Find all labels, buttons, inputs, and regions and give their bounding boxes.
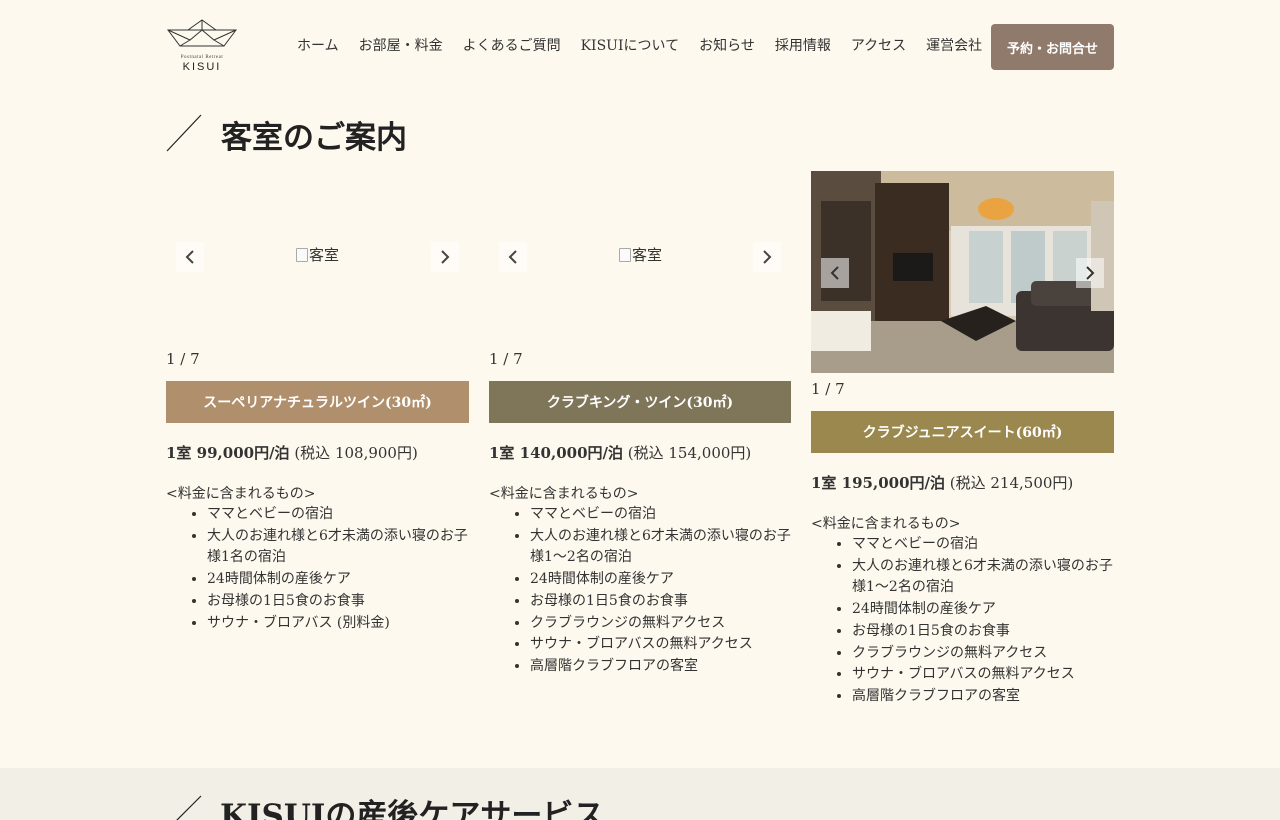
slide-counter: 1 / 7 [489,350,523,368]
paper-boat-icon [167,19,237,47]
room-card: 客室 1 / 7 クラブキング・ツイン(30㎡) 1室 140,000円/泊 (… [489,171,791,678]
nav-recruit[interactable]: 採用情報 [775,35,831,55]
includes-list: ママとベビーの宿泊 大人のお連れ様と6才未満の添い寝のお子様1〜2名の宿泊 24… [530,504,791,678]
room-image: 客室 [296,244,339,265]
main-nav: ホーム お部屋・料金 よくあるご質問 KISUIについて お知らせ 採用情報 ア… [297,35,982,55]
list-item: 24時間体制の産後ケア [852,599,1114,621]
list-item: ママとベビーの宿泊 [852,534,1114,556]
room-image-slider [811,171,1114,373]
next-section-title: KISUIの産後ケアサービス [220,798,605,820]
chevron-left-icon [185,250,194,264]
price-tax: (税込 214,500円) [949,474,1074,492]
room-image-slider: 客室 [166,171,469,343]
price-tax: (税込 154,000円) [627,444,752,462]
list-item: 大人のお連れ様と6才未満の添い寝のお子様1名の宿泊 [207,526,469,569]
list-item: 大人のお連れ様と6才未満の添い寝のお子様1〜2名の宿泊 [852,556,1114,599]
price-main: 1室 99,000円/泊 [166,444,290,462]
room-image-alt: 客室 [632,246,663,264]
room-card: 1 / 7 クラブジュニアスイート(60㎡) 1室 195,000円/泊 (税込… [811,171,1114,708]
site-header: Postnatal Retreat KISUI ホーム お部屋・料金 よくあるご… [166,18,1114,74]
nav-faq[interactable]: よくあるご質問 [463,35,561,55]
includes-label: <料金に含まれるもの> [489,486,639,502]
room-price: 1室 99,000円/泊 (税込 108,900円) [166,442,469,463]
list-item: お母様の1日5食のお食事 [207,591,469,613]
chevron-left-icon [508,250,517,264]
logo-tagline: Postnatal Retreat [180,55,224,60]
room-price: 1室 140,000円/泊 (税込 154,000円) [489,442,791,463]
slash-icon [166,114,202,152]
slash-icon [176,795,202,820]
slider-prev-button[interactable] [821,258,849,288]
room-plan-label: クラブキング・ツイン(30㎡) [489,381,791,423]
list-item: サウナ・ブロアバスの無料アクセス [530,634,791,656]
slider-prev-button[interactable] [499,242,527,272]
slide-counter: 1 / 7 [166,350,200,368]
slider-next-button[interactable] [431,242,459,272]
reserve-contact-button[interactable]: 予約・お問合せ [991,24,1114,70]
room-plan-label: クラブジュニアスイート(60㎡) [811,411,1114,453]
section-heading: 客室のご案内 [166,114,1114,156]
list-item: お母様の1日5食のお食事 [530,591,791,613]
chevron-left-icon [830,266,839,280]
includes-label: <料金に含まれるもの> [166,486,316,502]
chevron-right-icon [441,250,450,264]
list-item: 大人のお連れ様と6才未満の添い寝のお子様1〜2名の宿泊 [530,526,791,569]
room-image-alt: 客室 [309,246,340,264]
price-tax: (税込 108,900円) [294,444,418,462]
price-main: 1室 195,000円/泊 [811,474,945,492]
room-plan-label: スーペリアナチュラルツイン(30㎡) [166,381,469,423]
room-card: 客室 1 / 7 スーペリアナチュラルツイン(30㎡) 1室 99,000円/泊… [166,171,469,634]
list-item: ママとベビーの宿泊 [530,504,791,526]
list-item: クラブラウンジの無料アクセス [530,613,791,635]
nav-about[interactable]: KISUIについて [581,35,680,55]
chevron-right-icon [763,250,772,264]
logo-wordmark: KISUI [182,61,222,73]
kisui-logo[interactable]: Postnatal Retreat KISUI [166,18,238,74]
list-item: ママとベビーの宿泊 [207,504,469,526]
nav-company[interactable]: 運営会社 [926,35,982,55]
room-image-slider: 客室 [489,171,791,343]
list-item: 24時間体制の産後ケア [207,569,469,591]
list-item: 高層階クラブフロアの客室 [852,686,1114,708]
list-item: 高層階クラブフロアの客室 [530,656,791,678]
slider-prev-button[interactable] [176,242,204,272]
nav-home[interactable]: ホーム [297,35,339,55]
includes-list: ママとベビーの宿泊 大人のお連れ様と6才未満の添い寝のお子様1〜2名の宿泊 24… [852,534,1114,708]
chevron-right-icon [1086,266,1095,280]
section-title: 客室のご案内 [221,120,407,156]
nav-rooms[interactable]: お部屋・料金 [359,35,443,55]
nav-access[interactable]: アクセス [851,35,906,55]
list-item: 24時間体制の産後ケア [530,569,791,591]
room-image: 客室 [619,244,662,265]
room-price: 1室 195,000円/泊 (税込 214,500円) [811,472,1114,493]
slider-next-button[interactable] [1076,258,1104,288]
list-item: サウナ・ブロアバスの無料アクセス [852,664,1114,686]
next-section: KISUIの産後ケアサービス [0,768,1280,820]
list-item: お母様の1日5食のお食事 [852,621,1114,643]
price-main: 1室 140,000円/泊 [489,444,623,462]
list-item: クラブラウンジの無料アクセス [852,643,1114,665]
includes-label: <料金に含まれるもの> [811,516,961,532]
nav-news[interactable]: お知らせ [699,35,755,55]
room-photo [811,171,1114,373]
slider-next-button[interactable] [753,242,781,272]
slide-counter: 1 / 7 [811,380,845,398]
list-item: サウナ・ブロアバス (別料金) [207,613,469,635]
includes-list: ママとベビーの宿泊 大人のお連れ様と6才未満の添い寝のお子様1名の宿泊 24時間… [207,504,469,634]
